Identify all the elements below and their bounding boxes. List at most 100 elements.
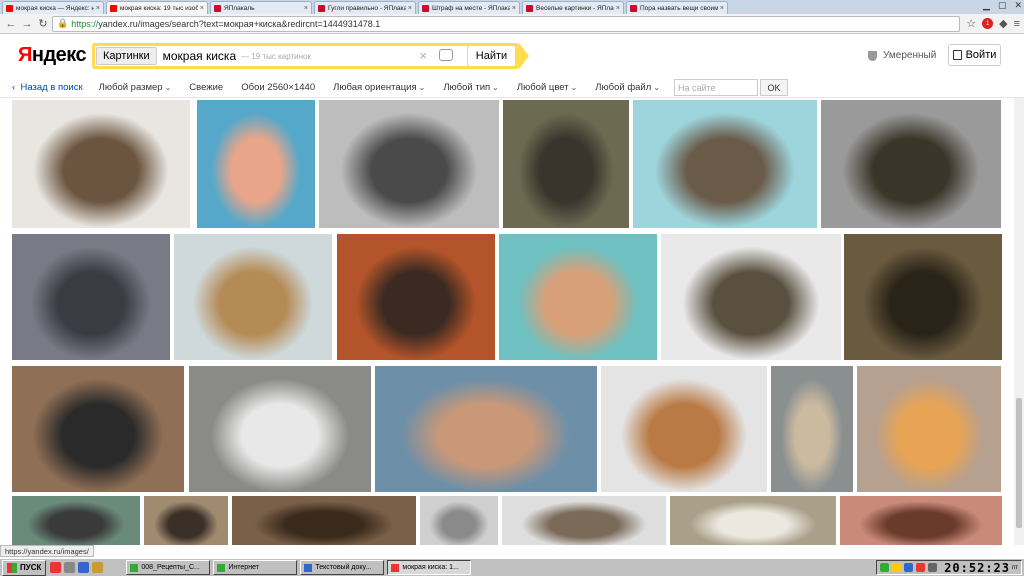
- tab-label: ЯПлакаль: [224, 4, 255, 12]
- image-thumbnail-fluffy-cat-shower[interactable]: [771, 366, 853, 492]
- back-arrow-icon[interactable]: ←: [4, 17, 18, 31]
- filter-orientation[interactable]: Любая ориентация ⌄: [333, 82, 425, 93]
- clear-search-icon[interactable]: ×: [419, 48, 427, 63]
- close-icon[interactable]: ✕: [1014, 0, 1022, 11]
- yandex-favicon-icon: [110, 4, 117, 12]
- day-label: пт: [1012, 564, 1018, 571]
- camera-search-icon[interactable]: [439, 49, 453, 61]
- image-thumbnail-cat-bottom-5[interactable]: [502, 496, 666, 545]
- search-service-tag[interactable]: Картинки: [96, 47, 157, 65]
- task-label: 008_Рецепты_С...: [141, 564, 200, 571]
- safesearch-toggle[interactable]: Умеренный: [868, 50, 936, 61]
- tray-icon[interactable]: [892, 563, 902, 572]
- filter-wallpaper[interactable]: Обои 2560×1440: [241, 82, 315, 93]
- quicklaunch-icon[interactable]: [64, 562, 76, 573]
- tab-close-icon[interactable]: ×: [720, 5, 724, 12]
- taskbar-task[interactable]: Текстовый доку...: [300, 560, 385, 575]
- image-thumbnail-white-cat-sink[interactable]: [189, 366, 371, 492]
- image-thumbnail-kitten-bottom-1[interactable]: [12, 496, 140, 545]
- shield-extension-icon[interactable]: ◆: [999, 17, 1007, 30]
- start-button[interactable]: ПУСК: [2, 559, 47, 576]
- tray-icon[interactable]: [880, 563, 890, 572]
- filter-file-label: Любой файл: [595, 82, 652, 93]
- image-thumbnail-tabby-cat-wet-street[interactable]: [821, 100, 1001, 228]
- browser-tab[interactable]: Пора назвать вещи своим ×: [626, 1, 728, 14]
- extension-badge-icon[interactable]: 1: [982, 18, 994, 29]
- url-field[interactable]: 🔒 https:// yandex.ru/images/search?text=…: [52, 15, 961, 32]
- scrollbar-thumb[interactable]: [1016, 398, 1022, 528]
- yandex-logo[interactable]: Яндекс: [18, 44, 87, 67]
- login-button[interactable]: Войти: [948, 44, 1001, 66]
- filter-fresh[interactable]: Свежие: [189, 82, 223, 93]
- lock-icon: 🔒: [57, 18, 69, 28]
- image-thumbnail-cat-snow[interactable]: [12, 100, 190, 228]
- forward-arrow-icon[interactable]: →: [20, 17, 34, 31]
- image-thumbnail-cat-bottom-4[interactable]: [420, 496, 498, 545]
- image-thumbnail-cat-bottom-3[interactable]: [232, 496, 416, 545]
- image-thumbnail-cat-in-sink-drain[interactable]: [844, 234, 1002, 360]
- image-thumbnail-cat-bottom-2[interactable]: [144, 496, 228, 545]
- chevron-down-icon: ⌄: [164, 83, 172, 92]
- image-thumbnail-wet-black-cat-held[interactable]: [12, 366, 184, 492]
- star-icon[interactable]: ☆: [966, 17, 976, 30]
- tray-icon[interactable]: [916, 563, 926, 572]
- safesearch-label: Умеренный: [883, 50, 937, 61]
- tab-close-icon[interactable]: ×: [200, 5, 204, 12]
- image-thumbnail-wet-kitten-sitting[interactable]: [503, 100, 629, 228]
- tab-label: Гугли правильно - ЯПлака: [328, 4, 406, 12]
- filter-color[interactable]: Любой цвет ⌄: [517, 82, 577, 93]
- minimize-icon[interactable]: ▁: [983, 0, 990, 11]
- image-thumbnail-cat-bottom-6[interactable]: [670, 496, 836, 545]
- image-thumbnail-woman-rain[interactable]: [375, 366, 597, 492]
- site-filter-input[interactable]: На сайте: [673, 79, 758, 96]
- login-label: Войти: [965, 49, 997, 61]
- taskbar-task[interactable]: Интернет: [213, 560, 298, 575]
- taskbar-task[interactable]: мокрая киска: 1...: [387, 560, 472, 575]
- volume-icon[interactable]: [928, 563, 938, 572]
- tray-icon[interactable]: [904, 563, 914, 572]
- tab-close-icon[interactable]: ×: [616, 5, 620, 12]
- browser-tab[interactable]: мокрая киска: 19 тыс изоб ×: [106, 1, 208, 14]
- image-thumbnail-cat-wrapped-towel[interactable]: [337, 234, 495, 360]
- image-thumbnail-wet-cat-towel[interactable]: [12, 234, 170, 360]
- browser-tab[interactable]: ЯПлакаль ×: [210, 1, 312, 14]
- chevron-down-icon: ⌄: [570, 83, 578, 92]
- site-filter-ok-button[interactable]: OK: [759, 79, 788, 96]
- tab-close-icon[interactable]: ×: [408, 5, 412, 12]
- filter-size[interactable]: Любой размер ⌄: [99, 82, 172, 93]
- filter-file[interactable]: Любой файл ⌄: [595, 82, 660, 93]
- image-thumbnail-cat-in-bath-water[interactable]: [174, 234, 332, 360]
- browser-tab[interactable]: мокрая киска — Яндекс: н ×: [2, 1, 104, 14]
- search-input[interactable]: Картинки мокрая киска — 19 тыс картинок …: [95, 46, 467, 66]
- task-label: Интернет: [228, 564, 259, 571]
- browser-tab[interactable]: Веселые картинки - ЯПлак ×: [522, 1, 624, 14]
- image-thumbnail-cat-holding-bath-edge[interactable]: [661, 234, 841, 360]
- maximize-icon[interactable]: ▢: [998, 0, 1007, 11]
- find-button[interactable]: Найти: [468, 46, 515, 66]
- start-label: ПУСК: [20, 563, 42, 572]
- back-to-search-link[interactable]: ‹ Назад в поиск: [12, 82, 83, 93]
- browser-tab[interactable]: Штраф на месте - ЯПлака ×: [418, 1, 520, 14]
- image-thumbnail-cat-bottom-7[interactable]: [840, 496, 1002, 545]
- page-scrollbar[interactable]: [1014, 98, 1024, 545]
- filter-type[interactable]: Любой тип ⌄: [443, 82, 499, 93]
- menu-icon[interactable]: ≡: [1014, 18, 1020, 30]
- tab-close-icon[interactable]: ×: [512, 5, 516, 12]
- address-bar-row: ← → ↻ 🔒 https:// yandex.ru/images/search…: [0, 14, 1024, 34]
- reload-icon[interactable]: ↻: [36, 17, 50, 31]
- taskbar-task[interactable]: 008_Рецепты_С...: [126, 560, 211, 575]
- quicklaunch-icon[interactable]: [78, 562, 90, 573]
- image-thumbnail-kitten-screaming[interactable]: [857, 366, 1001, 492]
- quicklaunch-icon[interactable]: [92, 562, 104, 573]
- yandex-browser-icon[interactable]: [50, 562, 62, 573]
- image-thumbnail-wet-grey-cat[interactable]: [319, 100, 499, 228]
- tab-close-icon[interactable]: ×: [96, 5, 100, 12]
- tab-close-icon[interactable]: ×: [304, 5, 308, 12]
- browser-tab[interactable]: Гугли правильно - ЯПлака ×: [314, 1, 416, 14]
- image-thumbnail-cat-in-tub[interactable]: [601, 366, 767, 492]
- status-bar-url: https://yandex.ru/images/: [0, 545, 94, 557]
- filter-fresh-label: Свежие: [189, 82, 224, 93]
- image-thumbnail-bikini-splash[interactable]: [499, 234, 657, 360]
- image-thumbnail-girl-bikini-cat[interactable]: [197, 100, 315, 228]
- image-thumbnail-cat-stretched-bath[interactable]: [633, 100, 817, 228]
